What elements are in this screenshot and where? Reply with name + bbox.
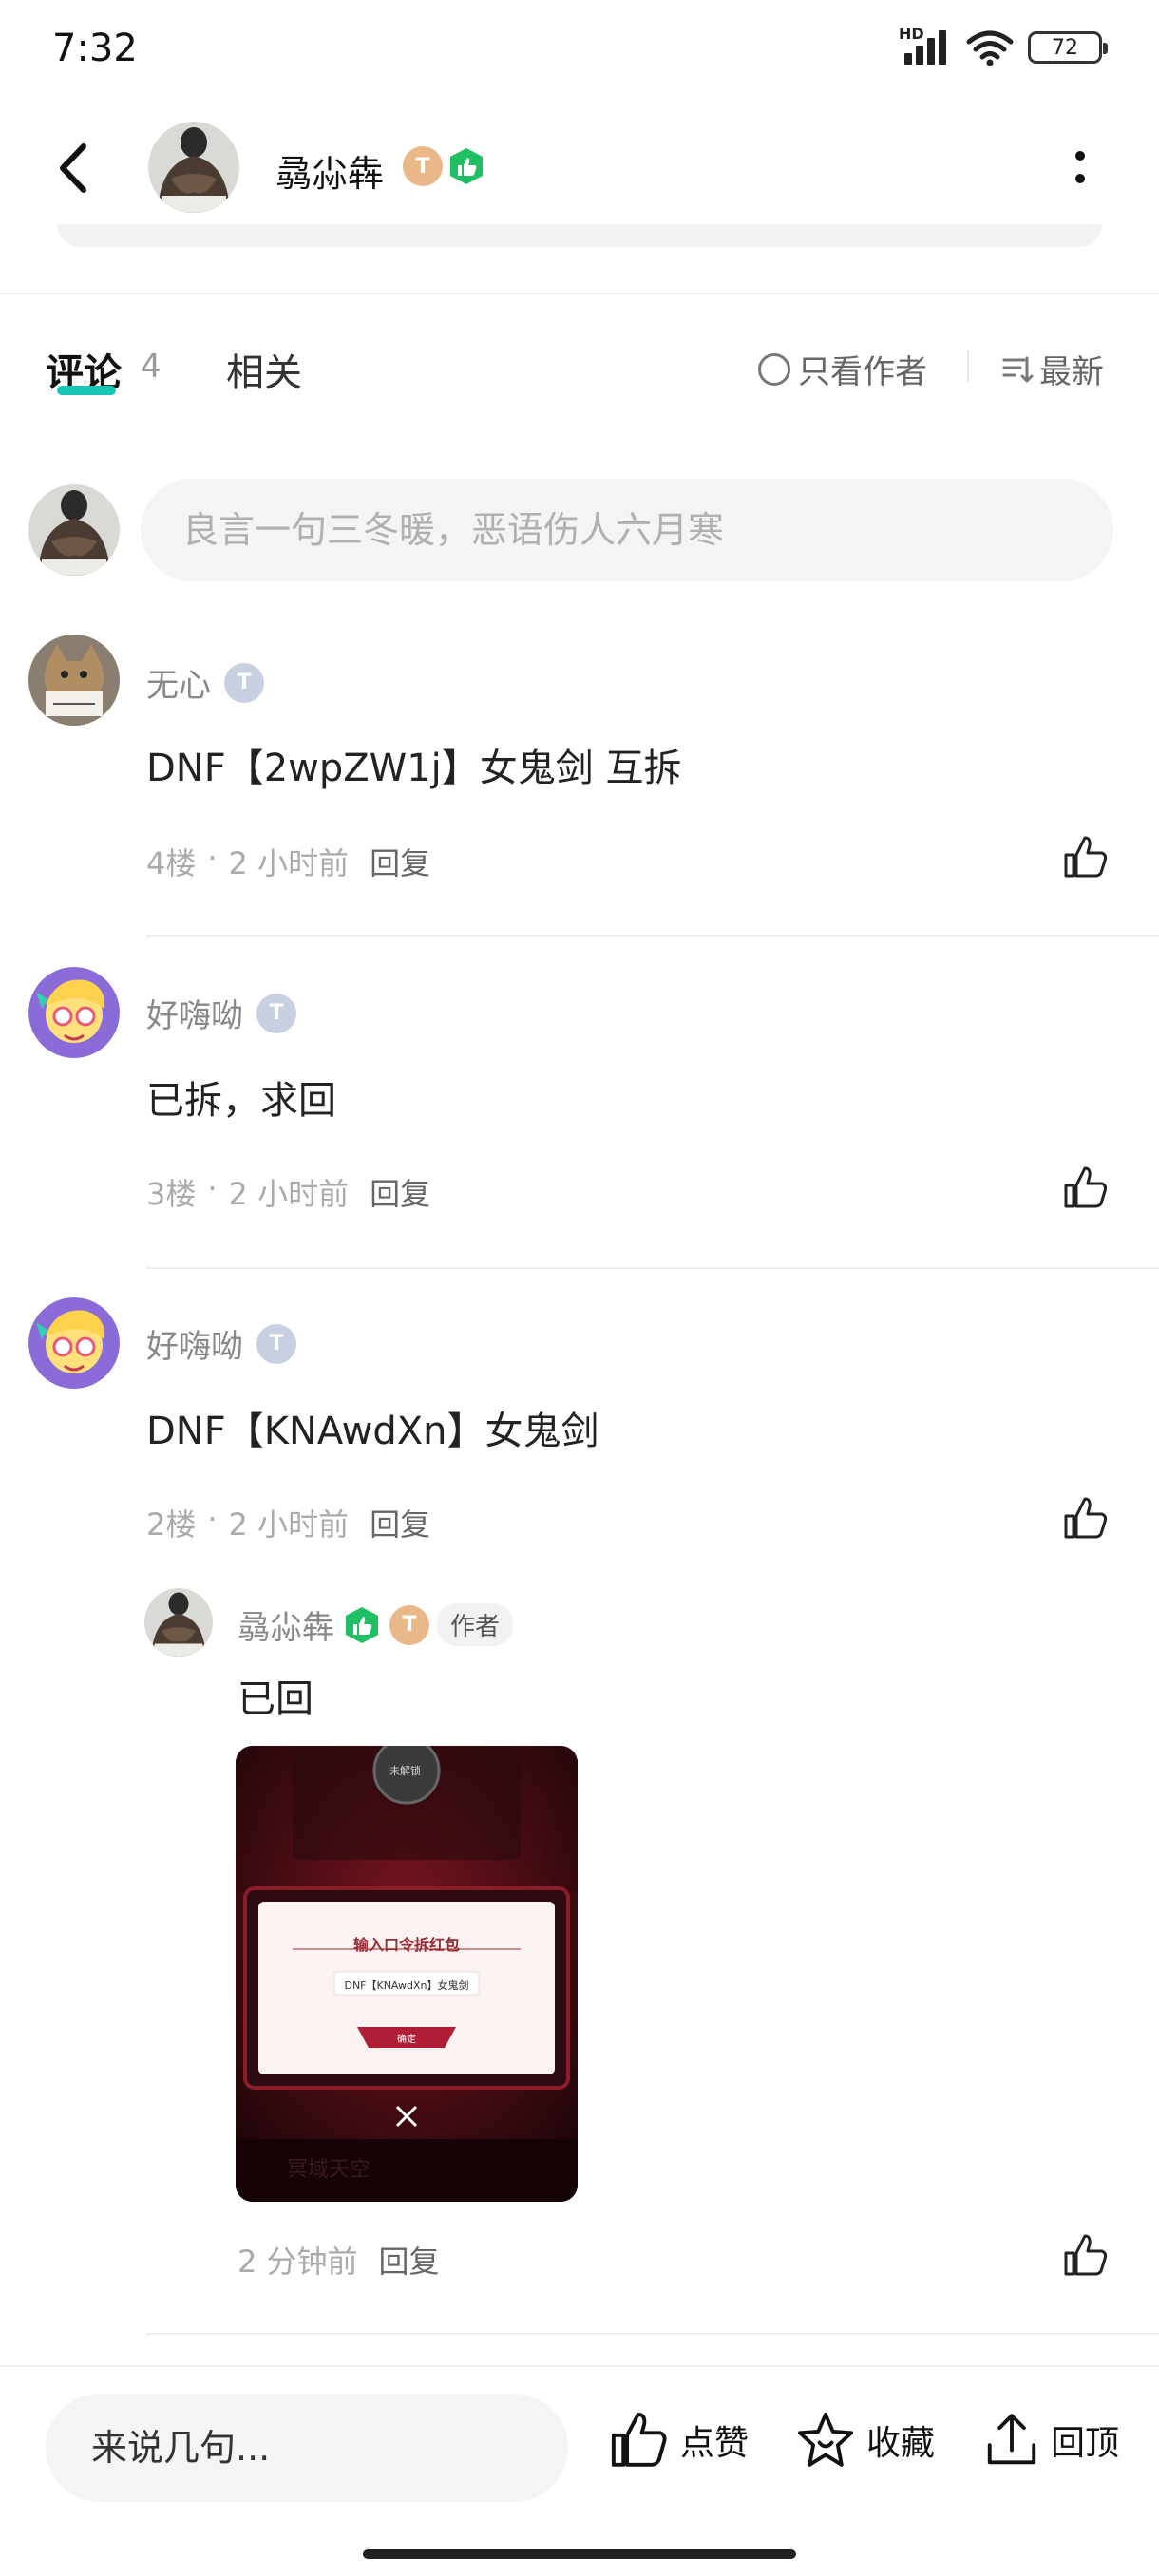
commenter-avatar[interactable] — [28, 967, 120, 1058]
tab-active-indicator — [57, 386, 116, 395]
only-author-label: 只看作者 — [798, 353, 927, 391]
favorite-label: 收藏 — [866, 2424, 936, 2463]
star-icon — [797, 2412, 854, 2467]
comment-divider — [146, 935, 1159, 937]
commenter-name[interactable]: 好嗨呦 — [146, 990, 243, 1036]
reply-author-avatar[interactable] — [144, 1588, 213, 1657]
more-options-icon[interactable] — [1074, 146, 1087, 190]
level-badge-icon: T — [256, 993, 296, 1033]
reply-author-row: 骉尛犇 T 作者 — [238, 1601, 514, 1648]
author-avatar[interactable] — [148, 122, 239, 213]
commenter-name-row: 好嗨呦 T — [146, 990, 296, 1036]
tab-related[interactable]: 相关 — [226, 342, 302, 397]
image-title-text: 输入口令拆红包 — [352, 1936, 460, 1954]
comment-tabs: 评论 4 相关 只看作者 最新 — [0, 332, 1159, 408]
like-icon[interactable] — [1062, 834, 1110, 881]
like-post-button[interactable]: 点赞 — [608, 2411, 749, 2470]
like-icon[interactable] — [1062, 1495, 1110, 1543]
meta-dot: · — [207, 1170, 218, 1206]
author-badges: T — [403, 146, 486, 186]
status-icons: HD 72 — [899, 25, 1108, 66]
reply-button[interactable]: 回复 — [379, 2238, 440, 2282]
level-badge-icon: T — [256, 1323, 296, 1364]
like-post-label: 点赞 — [680, 2424, 750, 2463]
home-indicator — [363, 2549, 796, 2559]
only-author-filter[interactable]: 只看作者 — [758, 346, 927, 392]
bottom-action-bar: 点赞 收藏 回顶 — [0, 2367, 1159, 2576]
signal-icon: HD — [899, 25, 952, 66]
upload-arrow-icon — [987, 2414, 1036, 2465]
battery-icon: 72 — [1028, 31, 1108, 64]
level-badge-icon: T — [403, 146, 443, 186]
status-bar: 7:32 HD 72 — [0, 0, 1159, 95]
reply-meta: 2 分钟前 回复 — [238, 2238, 440, 2282]
comment-time: 2 小时前 — [228, 845, 350, 881]
comment-divider — [146, 2333, 1159, 2335]
sort-icon — [1002, 356, 1034, 382]
back-arrow-icon[interactable] — [55, 142, 93, 194]
favorite-button[interactable]: 收藏 — [794, 2411, 935, 2470]
image-footer-text: 冥域天空 — [287, 2158, 371, 2182]
comment-meta: 3楼 · 2 小时前 回复 — [146, 1170, 430, 1214]
reply-author-name[interactable]: 骉尛犇 — [238, 1601, 334, 1648]
author-name[interactable]: 骉尛犇 — [276, 144, 384, 197]
level-badge-icon: T — [224, 662, 264, 703]
reply-time: 2 分钟前 — [238, 2244, 358, 2280]
commenter-name[interactable]: 好嗨呦 — [146, 1320, 243, 1367]
my-avatar — [28, 484, 120, 576]
sort-label: 最新 — [1039, 353, 1104, 391]
commenter-name-row: 好嗨呦 T — [146, 1320, 296, 1367]
floor-number: 3楼 — [146, 1176, 197, 1212]
image-code-text: DNF【KNAwdXn】女鬼剑 — [344, 1979, 469, 1992]
comment-text: DNF【2wpZW1j】女鬼剑 互拆 — [146, 747, 682, 790]
comment-time: 2 小时前 — [228, 1176, 350, 1212]
commenter-name[interactable]: 无心 — [146, 659, 211, 706]
post-card-edge — [57, 224, 1102, 247]
thumbs-up-badge-icon — [346, 1606, 378, 1643]
image-confirm-text: 确定 — [397, 2035, 416, 2045]
comment-meta: 4楼 · 2 小时前 回复 — [146, 840, 430, 883]
status-time: 7:32 — [52, 27, 138, 70]
back-to-top-label: 回顶 — [1051, 2424, 1120, 2463]
filter-separator — [967, 350, 969, 382]
floor-number: 2楼 — [146, 1506, 197, 1543]
comment-text: DNF【KNAwdXn】女鬼剑 — [146, 1410, 599, 1453]
comment-text: 已拆，求回 — [146, 1079, 336, 1123]
reply-button[interactable]: 回复 — [370, 840, 430, 883]
author-tag: 作者 — [437, 1603, 514, 1646]
battery-level: 72 — [1052, 35, 1078, 60]
thumbs-up-icon — [611, 2412, 667, 2467]
level-badge-icon: T — [390, 1604, 429, 1645]
reply-image[interactable]: 未解锁 输入口令拆红包 DNF【KNAwdXn】女鬼剑 确定 冥域天空 — [236, 1746, 578, 2202]
reply-button[interactable]: 回复 — [370, 1170, 430, 1214]
commenter-avatar[interactable] — [28, 1297, 120, 1389]
like-icon[interactable] — [1062, 1165, 1110, 1212]
thumbs-up-badge-icon — [450, 148, 483, 184]
meta-dot: · — [207, 1501, 218, 1537]
comment-input[interactable] — [141, 479, 1113, 581]
sort-latest-button[interactable]: 最新 — [1001, 346, 1104, 392]
comment-meta: 2楼 · 2 小时前 回复 — [146, 1501, 430, 1544]
bottom-comment-input[interactable] — [46, 2394, 568, 2502]
like-icon[interactable] — [1062, 2232, 1110, 2280]
image-stamp-text: 未解锁 — [390, 1765, 421, 1777]
post-header: 骉尛犇 T — [0, 114, 1159, 218]
reply-text: 已回 — [238, 1677, 314, 1721]
meta-dot: · — [207, 840, 218, 876]
commenter-name-row: 无心 T — [146, 659, 264, 706]
comments-count: 4 — [141, 348, 162, 386]
divider — [0, 293, 1159, 294]
floor-number: 4楼 — [146, 845, 197, 881]
back-to-top-button[interactable]: 回顶 — [982, 2411, 1119, 2470]
wifi-icon — [966, 30, 1014, 66]
commenter-avatar[interactable] — [28, 635, 120, 726]
radio-circle-icon — [758, 352, 790, 386]
reply-button[interactable]: 回复 — [370, 1501, 430, 1544]
hd-label: HD — [899, 25, 924, 43]
comment-divider — [146, 1267, 1159, 1269]
comment-time: 2 小时前 — [228, 1506, 350, 1543]
